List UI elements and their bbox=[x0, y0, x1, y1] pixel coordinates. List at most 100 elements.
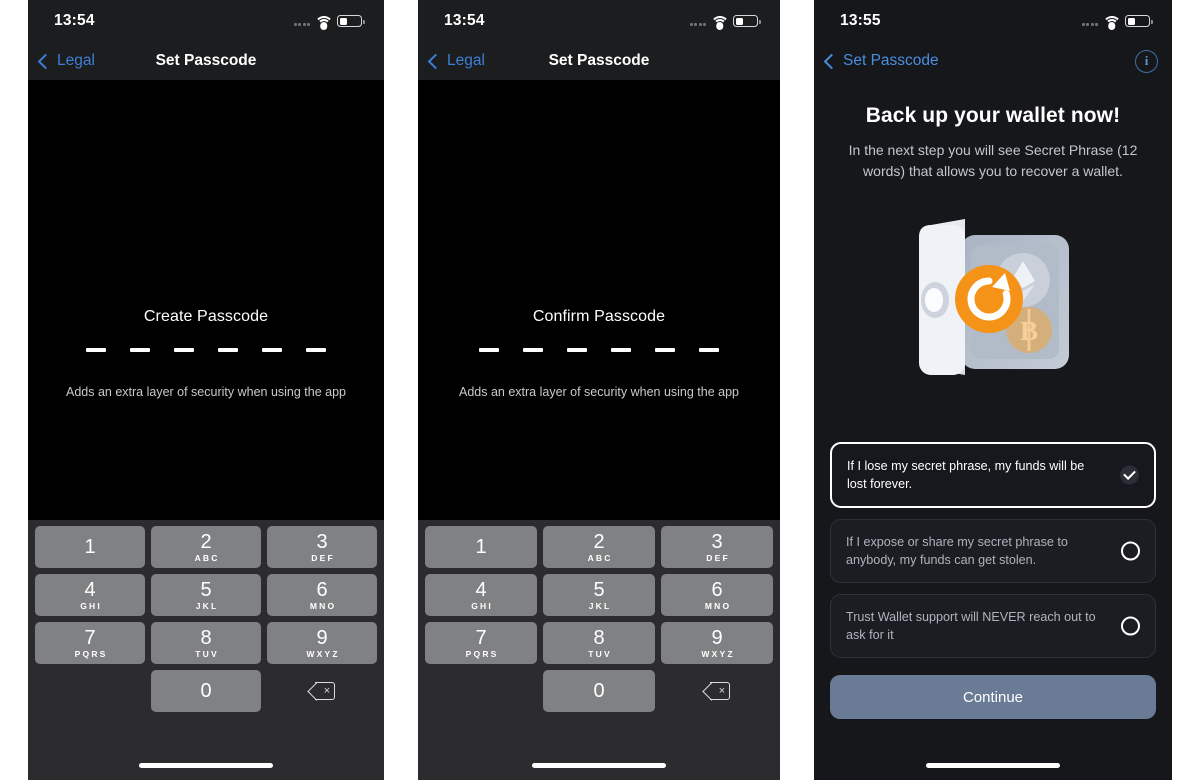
info-circle-icon[interactable]: i bbox=[1135, 49, 1158, 73]
key-2[interactable]: 2 ABC bbox=[543, 526, 655, 568]
key-1[interactable]: 1 bbox=[425, 526, 537, 568]
key-letters: GHI bbox=[80, 600, 102, 611]
key-7[interactable]: 7 PQRS bbox=[425, 622, 537, 664]
chevron-left-icon bbox=[427, 53, 444, 69]
key-6[interactable]: 6 MNO bbox=[661, 574, 773, 616]
passcode-slots bbox=[86, 348, 326, 352]
back-button-label: Legal bbox=[57, 52, 95, 69]
chevron-left-icon bbox=[823, 53, 840, 69]
back-button[interactable]: Set Passcode bbox=[823, 52, 939, 70]
key-digit: 9 bbox=[316, 626, 328, 649]
signal-dots-icon bbox=[293, 17, 310, 26]
key-backspace[interactable]: × bbox=[661, 670, 773, 712]
key-1[interactable]: 1 bbox=[35, 526, 145, 568]
checkbox-unchecked-icon[interactable] bbox=[1121, 616, 1140, 636]
key-digit: 4 bbox=[475, 578, 487, 601]
passcode-body: Confirm Passcode Adds an extra layer of … bbox=[418, 80, 780, 520]
acknowledgement-text: If I expose or share my secret phrase to… bbox=[846, 535, 1068, 567]
key-9[interactable]: 9 WXYZ bbox=[661, 622, 773, 664]
chevron-left-icon bbox=[37, 53, 54, 69]
battery-icon bbox=[733, 15, 761, 27]
key-digit: 4 bbox=[84, 578, 96, 601]
battery-icon bbox=[1125, 15, 1153, 27]
key-8[interactable]: 8 TUV bbox=[543, 622, 655, 664]
key-blank bbox=[35, 670, 145, 712]
wallet-illustration-svg: B bbox=[919, 219, 1069, 375]
key-digit: 6 bbox=[316, 578, 328, 601]
key-0[interactable]: 0 bbox=[151, 670, 261, 712]
key-0[interactable]: 0 bbox=[543, 670, 655, 712]
key-6[interactable]: 6 MNO bbox=[267, 574, 377, 616]
keypad-row: 4 GHI 5 JKL 6 MNO bbox=[422, 574, 776, 622]
key-letters: JKL bbox=[588, 600, 612, 611]
refresh-circle-icon bbox=[955, 265, 1023, 333]
key-letters: ABC bbox=[587, 552, 613, 563]
home-indicator[interactable] bbox=[139, 763, 273, 768]
status-indicators bbox=[293, 15, 365, 30]
back-button-label: Legal bbox=[447, 52, 485, 69]
key-5[interactable]: 5 JKL bbox=[151, 574, 261, 616]
keypad-footer bbox=[418, 726, 780, 780]
acknowledgement-text: Trust Wallet support will NEVER reach ou… bbox=[846, 610, 1096, 642]
checkbox-checked-icon[interactable] bbox=[1120, 465, 1139, 485]
key-letters: JKL bbox=[195, 600, 219, 611]
acknowledgement-item-2[interactable]: If I expose or share my secret phrase to… bbox=[830, 519, 1156, 583]
acknowledgement-item-3[interactable]: Trust Wallet support will NEVER reach ou… bbox=[830, 594, 1156, 658]
home-indicator[interactable] bbox=[926, 763, 1060, 768]
status-bar: 13:54 bbox=[28, 0, 384, 42]
key-digit: 8 bbox=[593, 626, 605, 649]
backspace-icon: × bbox=[702, 682, 730, 701]
key-letters: MNO bbox=[309, 600, 337, 611]
key-digit: 2 bbox=[200, 530, 212, 553]
key-digit: 5 bbox=[200, 578, 212, 601]
keypad-row: 0 × bbox=[32, 670, 380, 718]
continue-button[interactable]: Continue bbox=[830, 675, 1156, 719]
backup-subheading: In the next step you will see Secret Phr… bbox=[848, 142, 1138, 179]
key-backspace[interactable]: × bbox=[267, 670, 377, 712]
key-2[interactable]: 2 ABC bbox=[151, 526, 261, 568]
key-digit: 8 bbox=[200, 626, 212, 649]
key-digit: 9 bbox=[711, 626, 723, 649]
key-letters: DEF bbox=[706, 552, 730, 563]
keypad-row: 1 2 ABC 3 DEF bbox=[32, 526, 380, 574]
acknowledgement-item-1[interactable]: If I lose my secret phrase, my funds wil… bbox=[830, 442, 1156, 508]
phone-screen-backup-wallet: 13:55 Set Passcode i Back up your wallet… bbox=[814, 0, 1172, 780]
key-letters: TUV bbox=[195, 648, 219, 659]
keypad-footer bbox=[28, 726, 384, 780]
key-3[interactable]: 3 DEF bbox=[267, 526, 377, 568]
passcode-title: Create Passcode bbox=[143, 308, 269, 325]
home-indicator[interactable] bbox=[532, 763, 666, 768]
passcode-slots bbox=[479, 348, 719, 352]
back-button-label: Set Passcode bbox=[843, 52, 939, 69]
wifi-icon bbox=[1102, 15, 1121, 30]
key-8[interactable]: 8 TUV bbox=[151, 622, 261, 664]
key-digit: 0 bbox=[593, 680, 605, 702]
checkbox-unchecked-icon[interactable] bbox=[1121, 541, 1140, 561]
signal-dots-icon bbox=[1081, 17, 1098, 26]
key-3[interactable]: 3 DEF bbox=[661, 526, 773, 568]
passcode-subtitle: Adds an extra layer of security when usi… bbox=[65, 385, 347, 399]
key-9[interactable]: 9 WXYZ bbox=[267, 622, 377, 664]
key-digit: 6 bbox=[711, 578, 723, 601]
keypad-row: 7 PQRS 8 TUV 9 WXYZ bbox=[422, 622, 776, 670]
back-button[interactable]: Legal bbox=[427, 52, 485, 70]
status-time: 13:54 bbox=[444, 12, 485, 29]
key-5[interactable]: 5 JKL bbox=[543, 574, 655, 616]
key-digit: 1 bbox=[475, 536, 487, 558]
key-letters: WXYZ bbox=[701, 648, 735, 659]
keypad-row: 4 GHI 5 JKL 6 MNO bbox=[32, 574, 380, 622]
key-4[interactable]: 4 GHI bbox=[35, 574, 145, 616]
key-letters: PQRS bbox=[74, 648, 108, 659]
backspace-x-glyph: × bbox=[718, 685, 726, 697]
battery-icon bbox=[337, 15, 365, 27]
key-digit: 2 bbox=[593, 530, 605, 553]
key-4[interactable]: 4 GHI bbox=[425, 574, 537, 616]
key-letters: TUV bbox=[588, 648, 612, 659]
key-letters: DEF bbox=[311, 552, 335, 563]
key-7[interactable]: 7 PQRS bbox=[35, 622, 145, 664]
key-digit: 3 bbox=[711, 530, 723, 553]
status-time: 13:55 bbox=[840, 12, 881, 29]
navigation-bar: Legal Set Passcode bbox=[28, 42, 384, 80]
back-button[interactable]: Legal bbox=[37, 52, 95, 70]
info-glyph: i bbox=[1144, 53, 1149, 68]
